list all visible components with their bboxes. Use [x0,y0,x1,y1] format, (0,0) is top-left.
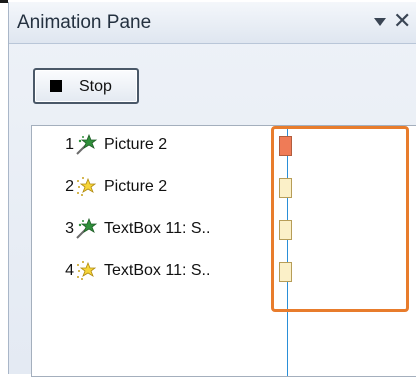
chevron-down-icon[interactable] [374,18,386,26]
emphasis-star-green-icon [76,133,98,155]
item-label: TextBox 11: S.. [104,220,211,237]
item-number: 1 [65,136,74,153]
emphasis-star-green-icon [76,217,98,239]
animation-pane: Animation Pane ✕ Stop 1 Picture 2 2 Pict… [8,2,416,377]
item-number: 2 [65,178,74,195]
list-item[interactable]: 2 Picture 2 [32,173,272,203]
item-label: TextBox 11: S.. [104,262,211,279]
pane-titlebar: Animation Pane ✕ [9,2,416,44]
item-label: Picture 2 [104,178,168,195]
stop-button-label: Stop [79,78,112,95]
pane-title: Animation Pane [17,12,152,33]
entrance-star-yellow-icon [77,261,97,280]
list-item[interactable]: 3 TextBox 11: S.. [32,215,272,245]
window-frame-edge [0,0,8,3]
close-icon[interactable]: ✕ [393,10,411,32]
item-number: 4 [65,262,74,279]
list-item[interactable]: 1 Picture 2 [32,131,272,161]
item-number: 3 [65,220,74,237]
entrance-star-yellow-icon [77,177,97,196]
list-item[interactable]: 4 TextBox 11: S.. [32,257,272,287]
item-label: Picture 2 [104,136,168,153]
timing-highlight-box [271,126,409,312]
stop-square-icon [50,80,62,92]
stop-button[interactable]: Stop [33,68,139,104]
